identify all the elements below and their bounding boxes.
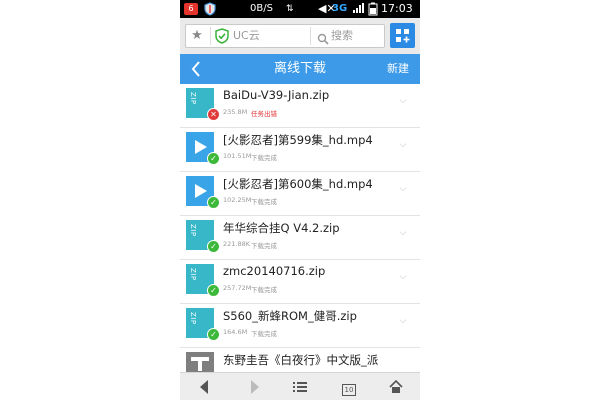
download-item[interactable]: ZIP ✓ 年华综合挂Q V4.2.zip 221.88K 下载完成 ⌵ xyxy=(180,216,420,260)
url-field[interactable]: UC云 xyxy=(210,27,307,45)
file-name: [火影忍者]第599集_hd.mp4 xyxy=(223,133,373,147)
file-size: 257.72M xyxy=(223,284,252,292)
chevron-down-icon[interactable]: ⌵ xyxy=(398,96,408,106)
bottom-nav-bar: 10 xyxy=(180,372,420,400)
download-status: 下载完成 xyxy=(251,330,277,338)
play-icon xyxy=(195,140,207,154)
download-item[interactable]: ✓ [火影忍者]第599集_hd.mp4 101.51M 下载完成 ⌵ xyxy=(180,128,420,172)
search-icon xyxy=(317,30,329,45)
forward-arrow-icon[interactable] xyxy=(243,376,267,398)
status-bar: 6 0B/S ⇅ ◀✕ 3G 17:03 xyxy=(180,0,420,18)
bookmark-star-icon[interactable]: ★ xyxy=(188,27,206,45)
back-arrow-icon[interactable] xyxy=(192,376,216,398)
file-size: 221.88K xyxy=(223,240,251,248)
download-status: 下载完成 xyxy=(251,242,277,250)
file-name: S560_新蜂ROM_健哥.zip xyxy=(223,309,357,323)
file-size: 101.51M xyxy=(223,152,252,160)
download-item[interactable]: 东野圭吾《白夜行》中文版_派 xyxy=(180,348,420,374)
download-list: ZIP ✕ BaiDu-V39-Jian.zip 235.8M 任务出错 ⌵ ✓… xyxy=(180,84,420,374)
error-status-icon: ✕ xyxy=(207,108,220,121)
data-transfer-icon: ⇅ xyxy=(286,4,294,14)
grid-plus-icon xyxy=(396,29,410,43)
new-download-button[interactable]: 新建 xyxy=(380,54,416,84)
download-status: 任务出错 xyxy=(251,110,277,118)
net-speed: 0B/S xyxy=(250,3,273,14)
file-name: [火影忍者]第600集_hd.mp4 xyxy=(223,177,373,191)
check-status-icon: ✓ xyxy=(207,284,220,297)
chevron-down-icon[interactable]: ⌵ xyxy=(398,272,408,282)
notification-badge: 6 xyxy=(184,3,198,15)
download-item[interactable]: ✓ [火影忍者]第600集_hd.mp4 102.25M 下载完成 ⌵ xyxy=(180,172,420,216)
apps-grid-button[interactable] xyxy=(390,23,415,48)
download-item[interactable]: ZIP ✕ BaiDu-V39-Jian.zip 235.8M 任务出错 ⌵ xyxy=(180,84,420,128)
check-status-icon: ✓ xyxy=(207,152,220,165)
download-status: 下载完成 xyxy=(251,154,277,162)
download-status: 下载完成 xyxy=(251,198,277,206)
home-icon[interactable] xyxy=(384,376,408,398)
download-item[interactable]: ZIP ✓ zmc20140716.zip 257.72M 下载完成 ⌵ xyxy=(180,260,420,304)
check-status-icon: ✓ xyxy=(207,196,220,209)
play-icon xyxy=(195,184,207,198)
menu-list-icon[interactable] xyxy=(288,376,312,398)
file-name: 年华综合挂Q V4.2.zip xyxy=(223,221,340,235)
file-name: BaiDu-V39-Jian.zip xyxy=(223,88,330,102)
chevron-down-icon[interactable]: ⌵ xyxy=(398,184,408,194)
file-size: 164.6M xyxy=(223,328,248,336)
back-chevron-icon[interactable] xyxy=(184,54,208,84)
network-type: 3G xyxy=(332,3,348,14)
title-bar: 离线下载 新建 xyxy=(180,54,420,84)
browser-toolbar: ★ UC云 搜索 xyxy=(180,18,420,54)
file-size: 102.25M xyxy=(223,196,252,204)
download-item[interactable]: ZIP ✓ S560_新蜂ROM_健哥.zip 164.6M 下载完成 ⌵ xyxy=(180,304,420,348)
secure-shield-icon xyxy=(215,28,229,44)
phone-screen: 6 0B/S ⇅ ◀✕ 3G 17:03 ★ UC云 搜索 离线下载 新建 ZI… xyxy=(180,0,420,400)
check-status-icon: ✓ xyxy=(207,328,220,341)
search-field[interactable]: 搜索 xyxy=(310,27,383,45)
search-placeholder: 搜索 xyxy=(331,29,353,42)
url-label: UC云 xyxy=(233,29,260,42)
check-status-icon: ✓ xyxy=(207,240,220,253)
windows-count-icon[interactable]: 10 xyxy=(336,376,360,398)
signal-icon xyxy=(352,2,364,16)
battery-icon xyxy=(368,2,380,16)
chevron-down-icon[interactable]: ⌵ xyxy=(398,140,408,150)
download-status: 下载完成 xyxy=(251,286,277,294)
file-name: 东野圭吾《白夜行》中文版_派 xyxy=(223,353,379,367)
window-count: 10 xyxy=(342,384,356,396)
clock: 17:03 xyxy=(381,2,413,15)
file-size: 235.8M xyxy=(223,108,248,116)
chevron-down-icon[interactable]: ⌵ xyxy=(398,228,408,238)
chevron-down-icon[interactable]: ⌵ xyxy=(398,316,408,326)
address-bar: ★ UC云 搜索 xyxy=(185,24,385,48)
file-name: zmc20140716.zip xyxy=(223,264,326,278)
text-file-icon xyxy=(186,352,214,374)
shield-icon xyxy=(204,2,216,16)
